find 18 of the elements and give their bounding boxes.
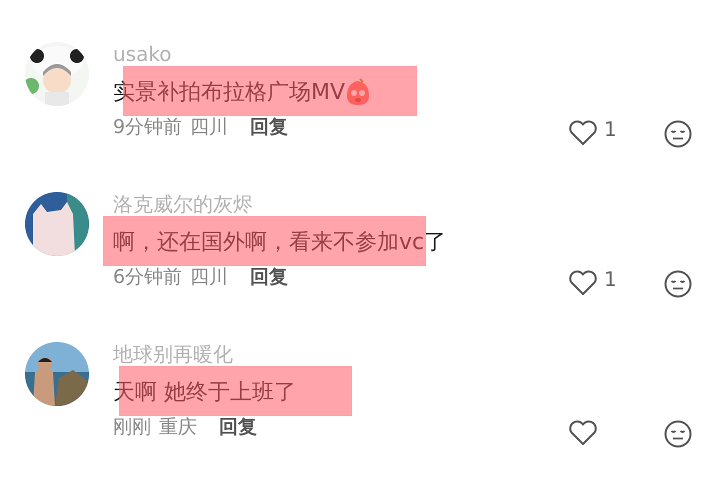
comment-time: 6分钟前 xyxy=(113,265,182,290)
like-count: 1 xyxy=(604,270,617,288)
heart-icon[interactable] xyxy=(568,420,598,446)
heart-icon[interactable] xyxy=(568,120,598,146)
reply-link[interactable]: 回复 xyxy=(250,264,288,290)
heart-icon[interactable] xyxy=(568,270,598,296)
comment-text: 啊，还在国外啊，看来不参加vc了 xyxy=(113,229,446,257)
comment-time: 刚刚 xyxy=(113,415,151,440)
comment-location: 四川 xyxy=(190,115,228,140)
reply-link[interactable]: 回复 xyxy=(250,114,288,140)
comment-location: 重庆 xyxy=(159,415,197,440)
comment-time: 9分钟前 xyxy=(113,115,182,140)
meh-face-icon[interactable] xyxy=(664,270,692,298)
reply-link[interactable]: 回复 xyxy=(219,414,257,440)
comment-location: 四川 xyxy=(190,265,228,290)
meh-face-icon[interactable] xyxy=(664,420,692,448)
meh-face-icon[interactable] xyxy=(664,120,692,148)
like-count: 1 xyxy=(604,120,617,138)
